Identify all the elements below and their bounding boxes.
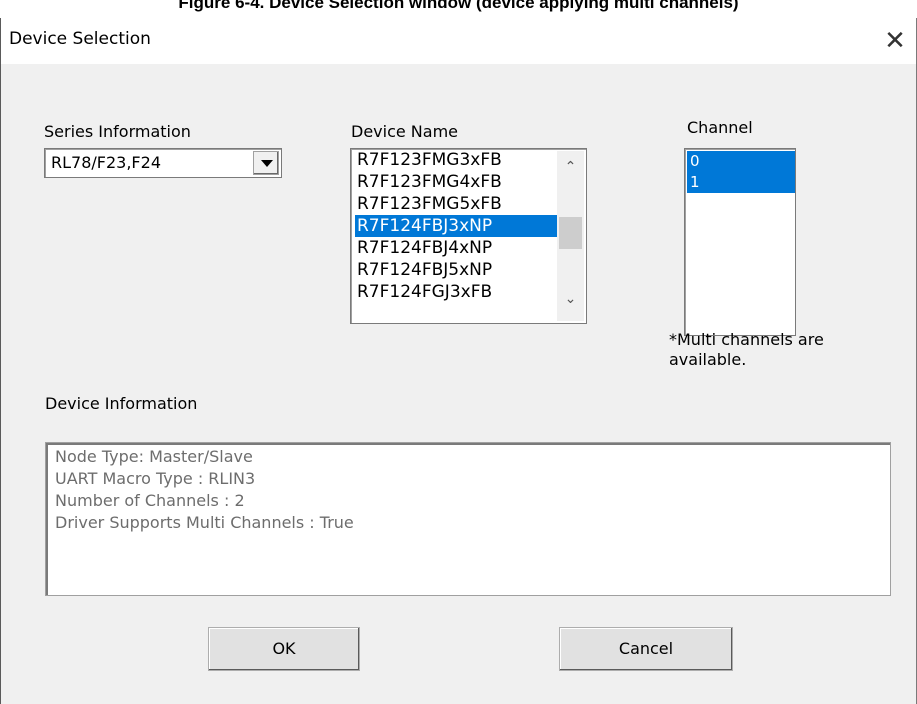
- device-list-item[interactable]: R7F123FMG4xFB: [355, 171, 560, 193]
- close-icon[interactable]: ✕: [875, 21, 915, 61]
- info-line: Number of Channels : 2: [55, 491, 245, 510]
- cancel-button[interactable]: Cancel: [559, 627, 733, 671]
- scrollbar-thumb[interactable]: [559, 217, 582, 249]
- series-information-label: Series Information: [44, 122, 191, 141]
- ok-button[interactable]: OK: [208, 627, 360, 671]
- device-list-item[interactable]: R7F124FBJ5xNP: [355, 259, 560, 281]
- info-line: Node Type: Master/Slave: [55, 447, 253, 466]
- device-list-item-selected[interactable]: R7F124FBJ3xNP: [355, 215, 560, 237]
- multi-channel-note: *Multi channels are available.: [669, 330, 824, 369]
- channel-list-item[interactable]: 0: [687, 151, 795, 172]
- device-name-label: Device Name: [351, 122, 459, 141]
- title-bar: Device Selection ✕: [1, 18, 916, 64]
- scroll-down-icon[interactable]: ⌄: [557, 291, 584, 307]
- series-dropdown-button[interactable]: [253, 151, 279, 175]
- figure-caption: Figure 6-4. Device Selection window (dev…: [178, 0, 739, 12]
- device-information-label: Device Information: [45, 394, 198, 413]
- device-list-item[interactable]: R7F124FBJ4xNP: [355, 237, 560, 259]
- device-selection-dialog: Device Selection ✕ Series Information RL…: [0, 18, 917, 704]
- window-title: Device Selection: [9, 29, 151, 49]
- channel-list-item[interactable]: 1: [687, 172, 795, 193]
- device-information-box: Node Type: Master/Slave UART Macro Type …: [45, 442, 891, 596]
- scroll-up-icon[interactable]: ⌃: [557, 159, 584, 175]
- channel-label: Channel: [687, 118, 753, 137]
- channel-listbox[interactable]: 0 1: [684, 148, 796, 336]
- series-combobox[interactable]: RL78/F23,F24: [44, 148, 282, 178]
- info-line: UART Macro Type : RLIN3: [55, 469, 256, 488]
- device-name-listbox[interactable]: R7F123FMG3xFB R7F123FMG4xFB R7F123FMG5xF…: [350, 148, 587, 324]
- device-list-scrollbar[interactable]: ⌃ ⌄: [557, 151, 584, 321]
- device-list-item[interactable]: R7F123FMG3xFB: [355, 149, 560, 171]
- device-list-item[interactable]: R7F123FMG5xFB: [355, 193, 560, 215]
- device-list-item[interactable]: R7F124FGJ3xFB: [355, 281, 560, 303]
- series-selected-value: RL78/F23,F24: [51, 153, 161, 172]
- chevron-down-icon: [261, 160, 273, 167]
- info-line: Driver Supports Multi Channels : True: [55, 513, 354, 532]
